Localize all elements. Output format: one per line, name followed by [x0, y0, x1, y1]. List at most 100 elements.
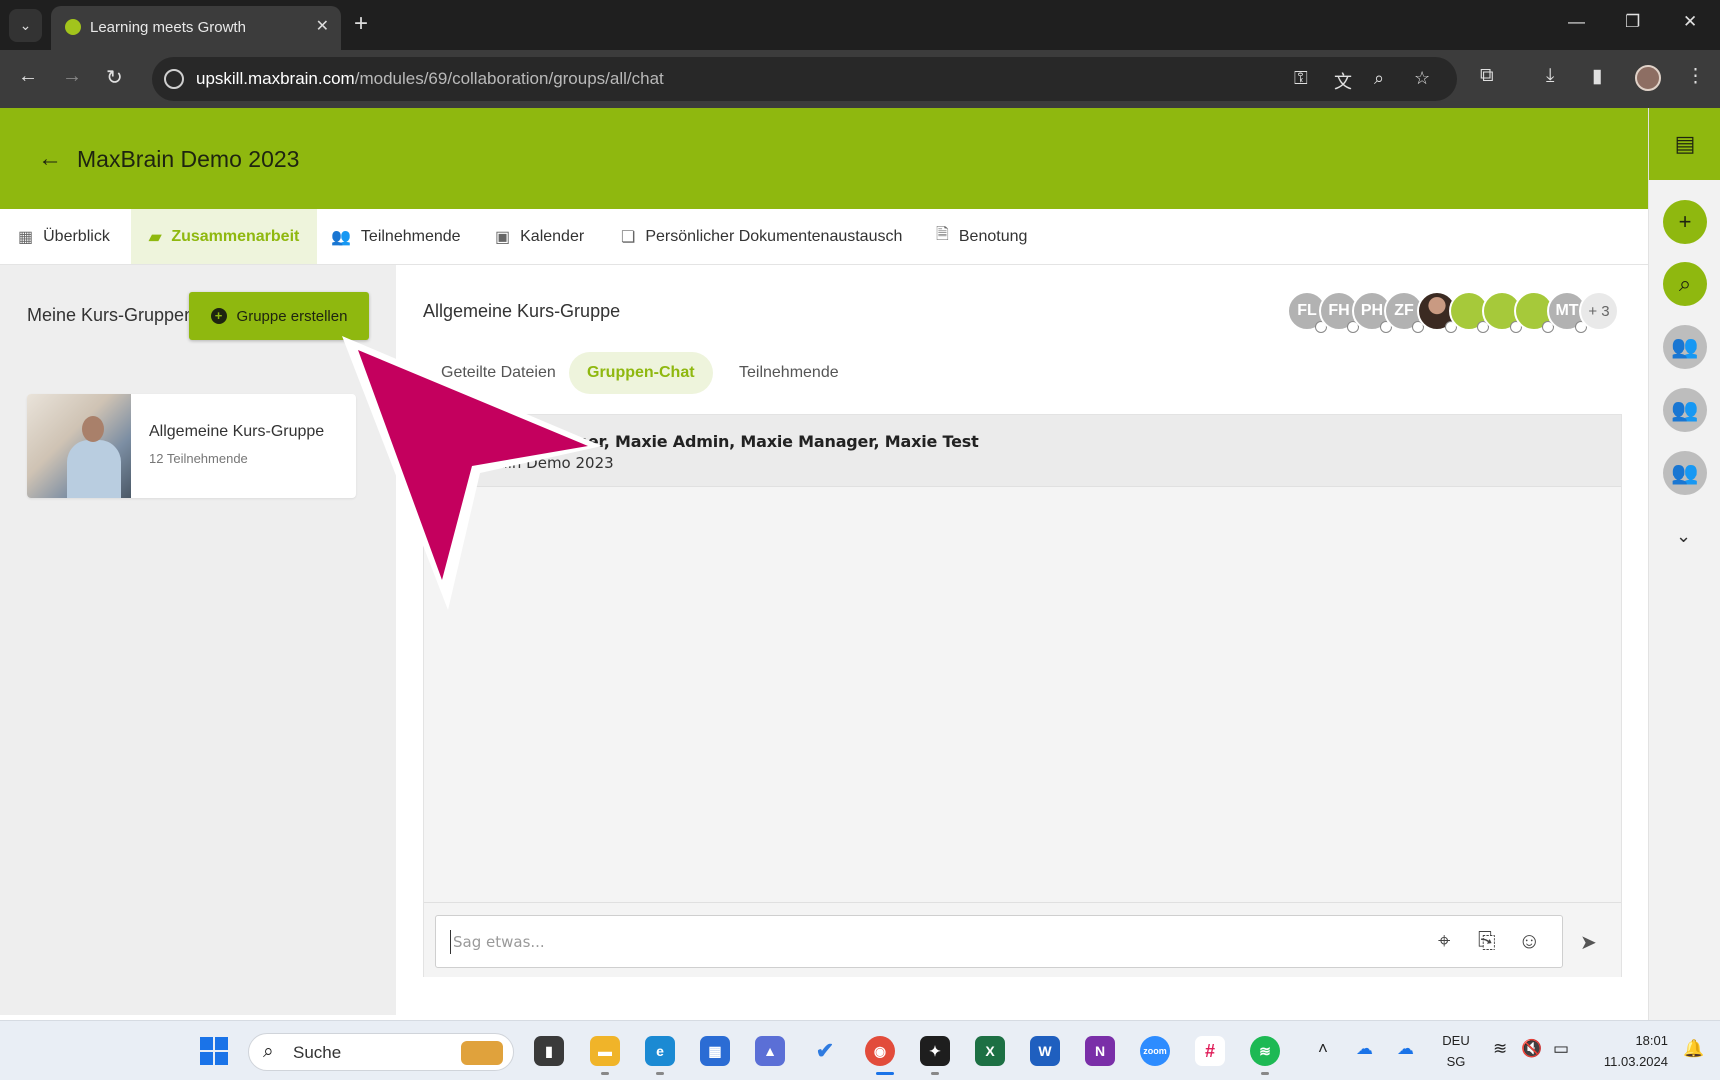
word-icon[interactable]: W — [1030, 1036, 1060, 1066]
more-members-badge[interactable]: + 3 — [1579, 291, 1619, 331]
site-info-icon[interactable] — [164, 69, 184, 89]
onedrive-icon[interactable]: ☁ — [1397, 1039, 1414, 1059]
people-icon: 👥 — [331, 228, 351, 246]
grading-icon: 🗎 — [936, 226, 949, 243]
dashboard-icon: ▦ — [18, 228, 34, 246]
onenote-icon[interactable]: N — [1085, 1036, 1115, 1066]
group-thumbnail — [27, 394, 131, 498]
group-member-count: 12 Teilnehmende — [149, 451, 248, 466]
taskbar-search-label: Suche — [293, 1043, 342, 1062]
speaker-muted-icon[interactable]: 🔇 — [1521, 1039, 1542, 1059]
attachment-icon[interactable]: ⎘ — [1478, 928, 1496, 954]
back-button[interactable]: ← — [18, 65, 38, 88]
calendar-icon: ▣ — [495, 228, 511, 246]
chat-panel-icon[interactable]: ▤ — [1649, 108, 1720, 180]
forward-button[interactable]: → — [62, 65, 82, 88]
download-icon[interactable]: ⤓ — [1546, 65, 1554, 87]
group-card[interactable]: Allgemeine Kurs-Gruppe 12 Teilnehmende — [27, 394, 356, 498]
clock-date[interactable]: 11.03.2024 — [1580, 1054, 1668, 1069]
file-explorer-icon[interactable]: ▬ — [590, 1036, 620, 1066]
tab-zusammenarbeit[interactable]: ▰ Zusammenarbeit — [131, 209, 318, 264]
todo-app-icon[interactable]: ✔ — [810, 1036, 840, 1066]
tab-teilnehmende[interactable]: 👥 Teilnehmende — [313, 209, 479, 264]
chat-group-title: Allgemeine Kurs-Gruppe — [423, 301, 621, 321]
extensions-icon[interactable]: ⧉ — [1480, 65, 1494, 87]
battery-icon[interactable]: ▭ — [1553, 1039, 1569, 1059]
folder-shared-icon: ▰ — [149, 228, 162, 246]
chat-member-names: ber, Frank Lyner, Maxie Admin, Maxie Man… — [464, 432, 979, 451]
keyboard-language-primary[interactable]: DEU — [1440, 1033, 1472, 1048]
send-icon[interactable]: ➤ — [1580, 930, 1597, 955]
onedrive-icon[interactable]: ☁ — [1356, 1039, 1373, 1059]
clock-time[interactable]: 18:01 — [1592, 1033, 1668, 1048]
translate-icon[interactable]: 文 — [1334, 68, 1352, 94]
create-group-button[interactable]: + Gruppe erstellen — [189, 292, 369, 340]
chrome-browser-icon[interactable]: ◉ — [865, 1036, 895, 1066]
wifi-icon[interactable]: ≋ — [1493, 1039, 1507, 1059]
windows-start-icon[interactable] — [200, 1037, 228, 1065]
tab-benotung[interactable]: 🗎 Benotung — [918, 209, 1045, 264]
course-title: MaxBrain Demo 2023 — [77, 146, 300, 172]
right-rail: ▤ + ⌕ 👥 👥 👥 ⌄ — [1648, 108, 1720, 1020]
chevron-down-icon[interactable]: ⌄ — [1676, 526, 1691, 547]
add-icon[interactable]: + — [1663, 200, 1707, 244]
groups-panel: Meine Kurs-Gruppen + Gruppe erstellen Al… — [0, 265, 396, 1015]
figma-icon[interactable]: ✦ — [920, 1036, 950, 1066]
chevron-up-icon[interactable]: ˄ — [1318, 1039, 1328, 1059]
group-icon[interactable]: 👥 — [1663, 325, 1707, 369]
profile-avatar[interactable] — [1635, 65, 1661, 91]
tab-list-dropdown-button[interactable]: ⌄ — [9, 9, 42, 42]
group-icon[interactable]: 👥 — [1663, 388, 1707, 432]
browser-tab[interactable]: Learning meets Growth ✕ — [51, 6, 341, 50]
message-composer: ⌖ ⎘ ☺ — [435, 915, 1563, 968]
tab-kalender[interactable]: ▣ Kalender — [477, 209, 602, 264]
close-tab-icon[interactable]: ✕ — [316, 16, 329, 36]
tab-title: Learning meets Growth — [90, 19, 246, 36]
browser-menu-icon[interactable]: ⋮ — [1686, 65, 1705, 88]
tab-teilnehmende-group[interactable]: Teilnehmende — [721, 352, 857, 394]
tab-gruppen-chat[interactable]: Gruppen-Chat — [569, 352, 713, 394]
back-arrow-icon[interactable]: ← — [38, 145, 62, 173]
windows-taskbar: ⌕ Suche ▮ ▬ e ▦ ▲ ✔ ◉ ✦ X W N zoom # ≋ ˄… — [0, 1020, 1720, 1080]
new-tab-button[interactable]: + — [354, 10, 368, 38]
composer-area: ⌖ ⎘ ☺ ➤ — [424, 902, 1621, 977]
group-name: Allgemeine Kurs-Gruppe — [149, 423, 325, 440]
close-window-button[interactable]: ✕ — [1683, 12, 1697, 32]
documents-icon: ❏ — [621, 228, 636, 246]
search-icon: ⌕ — [263, 1041, 274, 1062]
address-bar[interactable]: upskill.maxbrain.com/modules/69/collabor… — [152, 57, 1457, 101]
taskbar-search[interactable]: ⌕ Suche — [248, 1033, 514, 1071]
browser-tab-bar: ⌄ Learning meets Growth ✕ + — ❐ ✕ — [0, 0, 1720, 50]
bookmark-star-icon[interactable]: ☆ — [1414, 68, 1430, 89]
zoom-icon[interactable]: zoom — [1140, 1036, 1170, 1066]
course-navigation: ▦ Überblick ▰ Zusammenarbeit 👥 Teilnehme… — [0, 209, 1648, 265]
tab-dokumentenaustausch[interactable]: ❏ Persönlicher Dokumentenaustausch — [603, 209, 920, 264]
search-icon[interactable]: ⌕ — [1663, 262, 1707, 306]
reload-button[interactable]: ↻ — [106, 65, 123, 90]
group-icon[interactable]: 👥 — [1663, 451, 1707, 495]
zoom-icon[interactable]: ⌕ — [1374, 68, 1384, 89]
password-key-icon[interactable]: ⚿ — [1294, 68, 1308, 89]
affinity-app-icon[interactable]: ▲ — [755, 1036, 785, 1066]
tab-ueberblick[interactable]: ▦ Überblick — [0, 209, 128, 264]
chat-window: ber, Frank Lyner, Maxie Admin, Maxie Man… — [423, 414, 1622, 977]
task-view-icon[interactable]: ▮ — [534, 1036, 564, 1066]
slack-icon[interactable]: # — [1195, 1036, 1225, 1066]
spotify-icon[interactable]: ≋ — [1250, 1036, 1280, 1066]
emoji-icon[interactable]: ☺ — [1518, 928, 1540, 954]
minimize-window-button[interactable]: — — [1568, 12, 1585, 32]
notification-bell-icon[interactable]: 🔔 — [1683, 1039, 1704, 1059]
keyboard-language-secondary[interactable]: SG — [1440, 1054, 1472, 1069]
chat-header: ber, Frank Lyner, Maxie Admin, Maxie Man… — [424, 415, 1621, 487]
add-circle-icon: + — [210, 308, 227, 324]
microsoft-store-icon[interactable]: ▦ — [700, 1036, 730, 1066]
location-pin-icon[interactable]: ⌖ — [1438, 928, 1450, 954]
browser-toolbar: ← → ↻ upskill.maxbrain.com/modules/69/co… — [0, 50, 1720, 108]
excel-icon[interactable]: X — [975, 1036, 1005, 1066]
tab-geteilte-dateien[interactable]: Geteilte Dateien — [423, 352, 574, 394]
restore-window-button[interactable]: ❐ — [1625, 12, 1640, 32]
edge-browser-icon[interactable]: e — [645, 1036, 675, 1066]
message-input[interactable] — [450, 930, 1350, 954]
side-panel-icon[interactable]: ▮ — [1592, 65, 1602, 88]
url-text[interactable]: upskill.maxbrain.com/modules/69/collabor… — [196, 69, 664, 89]
